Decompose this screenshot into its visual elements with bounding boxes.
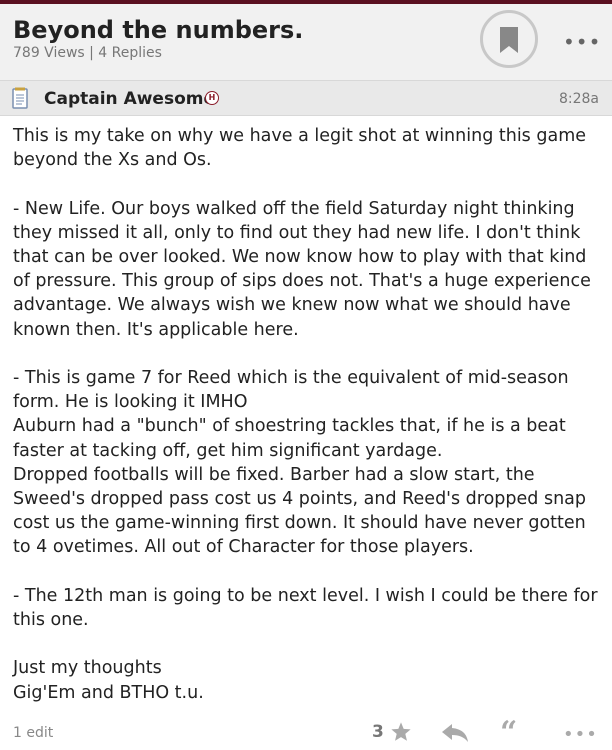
bookmark-button[interactable]	[480, 10, 538, 68]
edit-count[interactable]: 1 edit	[13, 725, 53, 741]
quote-icon[interactable]: “	[500, 718, 517, 748]
bookmark-icon	[500, 27, 518, 53]
post-text: Auburn had a "bunch" of shoestring tackl…	[13, 416, 566, 461]
post-text: - This is game 7 for Reed which is the e…	[13, 368, 569, 413]
rank-badge: H	[205, 91, 219, 105]
thread-header: Beyond the numbers. 789 Views | 4 Replie…	[0, 4, 612, 80]
more-icon[interactable]: •••	[563, 30, 601, 54]
star-icon[interactable]	[390, 721, 412, 743]
post-time: 8:28a	[558, 91, 599, 107]
post-text: - The 12th man is going to be next level…	[13, 585, 598, 631]
post-text: Gig'Em and BTHO t.u.	[13, 682, 204, 703]
post-text: Just my thoughts	[13, 658, 162, 679]
post-header: Captain Awesome H 8:28a	[0, 80, 612, 116]
more-icon[interactable]: •••	[563, 724, 598, 745]
notepad-icon	[12, 87, 28, 109]
thread-meta: 789 Views | 4 Replies	[13, 45, 162, 61]
reply-icon[interactable]	[441, 723, 469, 743]
post-footer: 1 edit 3 “ •••	[0, 712, 612, 750]
post-text: - New Life. Our boys walked off the fiel…	[13, 198, 591, 340]
post-text: This is my take on why we have a legit s…	[13, 126, 587, 171]
star-count: 3	[372, 722, 384, 742]
thread-title: Beyond the numbers.	[13, 16, 304, 44]
post-body: This is my take on why we have a legit s…	[13, 124, 603, 705]
author-name[interactable]: Captain Awesome	[44, 89, 215, 109]
post-text: Dropped footballs will be fixed. Barber …	[13, 464, 586, 558]
